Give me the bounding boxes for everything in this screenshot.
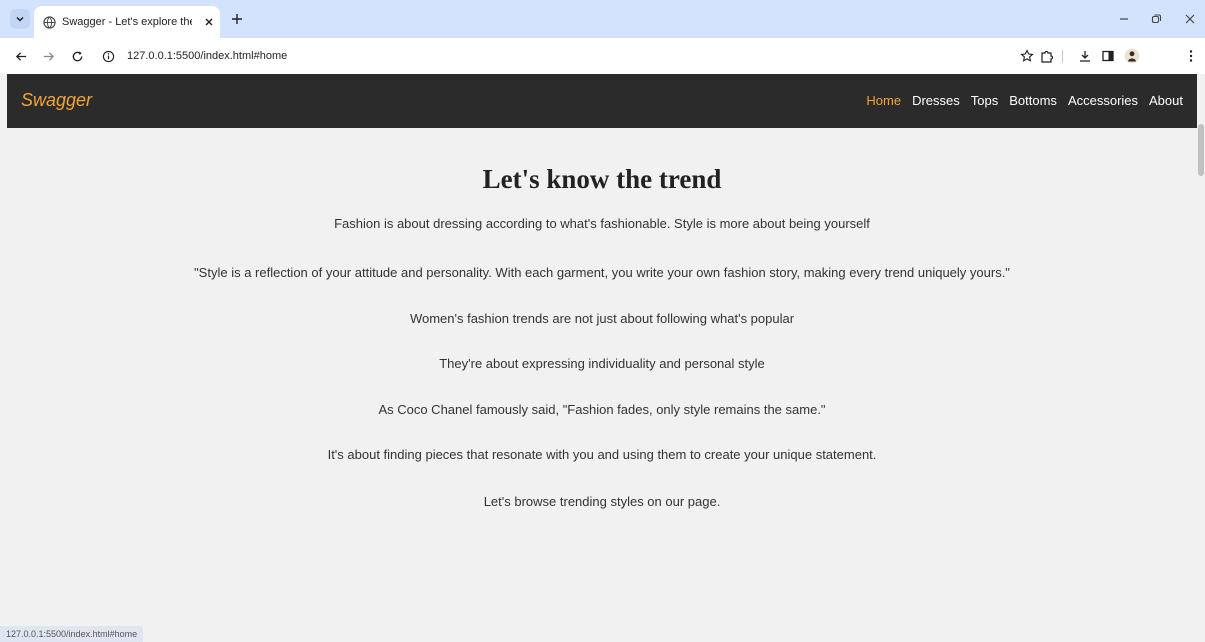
page-headline: Let's know the trend xyxy=(482,164,722,194)
bookmark-button[interactable] xyxy=(1019,48,1035,64)
quote-paragraph: "Style is a reflection of your attitude … xyxy=(194,265,1010,280)
profile-button[interactable] xyxy=(1124,48,1140,64)
browse-paragraph: Let's browse trending styles on our page… xyxy=(483,494,721,509)
globe-icon xyxy=(43,15,56,29)
browser-toolbar: 127.0.0.1:5500/index.html#home xyxy=(0,38,1205,74)
tab-search-button[interactable] xyxy=(10,9,30,29)
back-arrow-icon xyxy=(15,51,26,61)
close-window-button[interactable] xyxy=(1182,11,1198,27)
site-logo[interactable]: Swagger xyxy=(21,90,92,111)
plus-icon xyxy=(232,14,242,24)
toolbar-separator xyxy=(1062,50,1063,63)
downloads-button[interactable] xyxy=(1077,48,1093,64)
download-icon xyxy=(1080,51,1090,62)
scrollbar-thumb[interactable] xyxy=(1198,124,1204,176)
restore-icon xyxy=(1151,14,1162,24)
extensions-button[interactable] xyxy=(1039,48,1055,64)
nav-link-accessories[interactable]: Accessories xyxy=(1068,93,1138,108)
browser-tab[interactable]: Swagger - Let's explore the trend xyxy=(34,6,220,38)
browser-menu-button[interactable] xyxy=(1183,48,1199,64)
page-viewport: Swagger Home Dresses Tops Bottoms Access… xyxy=(0,74,1205,642)
nav-link-dresses[interactable]: Dresses xyxy=(912,93,960,108)
close-icon xyxy=(1185,14,1195,24)
kebab-menu-icon xyxy=(1189,50,1193,62)
intro-paragraph: Fashion is about dressing according to w… xyxy=(334,216,870,231)
nav-link-bottoms[interactable]: Bottoms xyxy=(1009,93,1057,108)
statement-paragraph: It's about finding pieces that resonate … xyxy=(327,447,877,462)
address-bar[interactable]: 127.0.0.1:5500/index.html#home xyxy=(100,43,1045,69)
minimize-icon xyxy=(1120,18,1128,20)
reload-button[interactable] xyxy=(69,48,85,64)
side-panel-button[interactable] xyxy=(1100,48,1116,64)
minimize-button[interactable] xyxy=(1116,11,1132,27)
info-icon[interactable] xyxy=(102,50,115,63)
address-bar-url[interactable]: 127.0.0.1:5500/index.html#home xyxy=(127,50,287,62)
page-scrollbar[interactable] xyxy=(1197,74,1205,642)
puzzle-icon xyxy=(1041,50,1054,63)
trend-paragraph: Women's fashion trends are not just abou… xyxy=(409,311,795,326)
avatar-icon xyxy=(1124,48,1140,64)
new-tab-button[interactable] xyxy=(229,11,245,27)
hero-section: Let's know the trend Fashion is about dr… xyxy=(7,128,1197,509)
chevron-down-icon xyxy=(16,16,24,22)
site-navbar: Swagger Home Dresses Tops Bottoms Access… xyxy=(7,74,1197,128)
individuality-paragraph: They're about expressing individuality a… xyxy=(439,356,765,371)
tab-close-button[interactable] xyxy=(204,17,214,27)
restore-button[interactable] xyxy=(1148,11,1164,27)
side-panel-icon xyxy=(1102,50,1114,62)
nav-link-about[interactable]: About xyxy=(1149,93,1183,108)
reload-icon xyxy=(72,50,82,61)
forward-arrow-icon xyxy=(43,51,54,61)
nav-link-tops[interactable]: Tops xyxy=(971,93,998,108)
chanel-quote-paragraph: As Coco Chanel famously said, "Fashion f… xyxy=(378,402,826,417)
site-menu: Home Dresses Tops Bottoms Accessories Ab… xyxy=(866,93,1183,108)
forward-button[interactable] xyxy=(40,48,56,64)
back-button[interactable] xyxy=(13,48,29,64)
star-icon xyxy=(1020,49,1034,62)
status-bar: 127.0.0.1:5500/index.html#home xyxy=(0,626,144,642)
tab-strip: Swagger - Let's explore the trend xyxy=(0,0,1205,38)
tab-title: Swagger - Let's explore the trend xyxy=(62,16,192,28)
nav-link-home[interactable]: Home xyxy=(866,93,901,108)
close-icon xyxy=(205,18,213,26)
